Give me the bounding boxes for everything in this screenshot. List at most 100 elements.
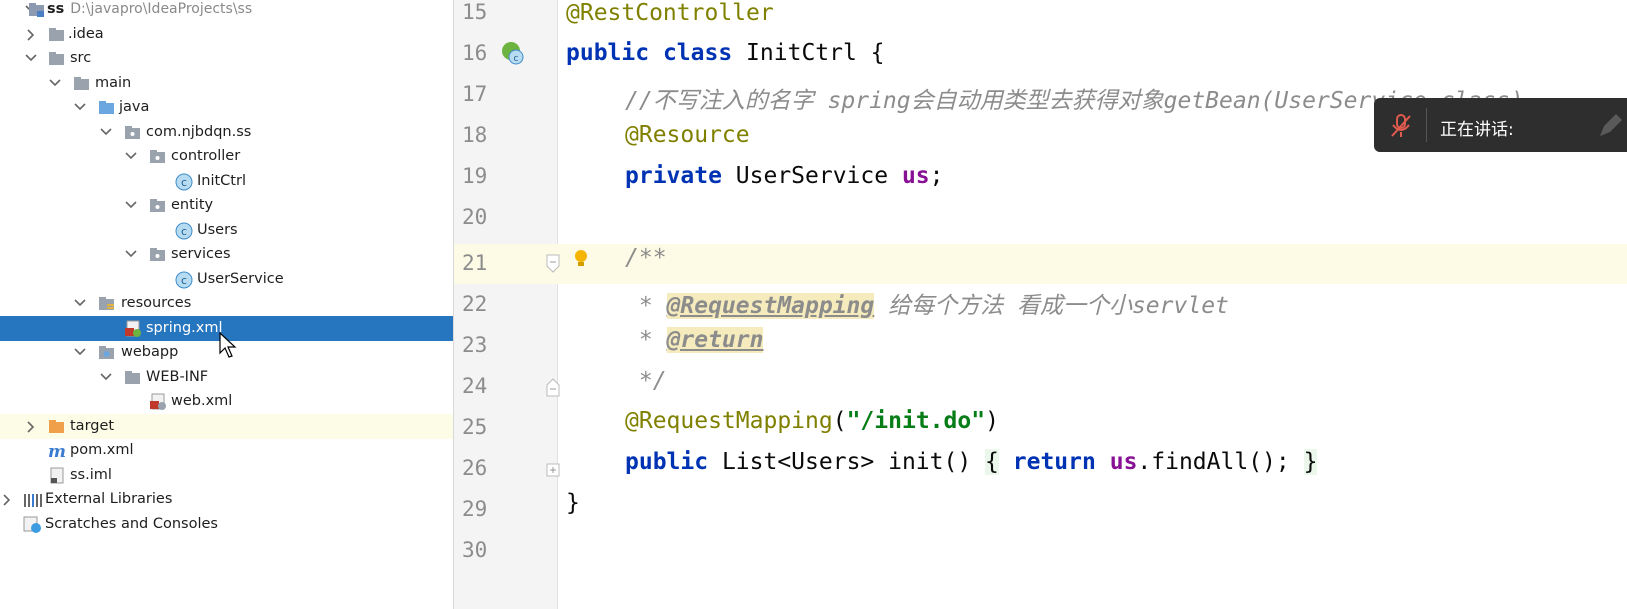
class-icon: c [175,169,195,194]
chevron-down-icon[interactable] [124,242,138,267]
line-number: 23 [462,333,488,357]
tree-item-pom-xml[interactable]: m pom.xml [0,438,453,463]
folded-brace[interactable]: } [1303,449,1318,475]
code-text: UserService [721,163,902,189]
line-number: 26 [462,456,488,480]
annotation: @RequestMapping [625,408,833,434]
field: us [1109,449,1138,475]
keyword: return [1012,449,1096,475]
tree-item-label: controller [171,148,241,164]
tree-item-initctrl[interactable]: c InitCtrl [0,169,453,194]
tree-item-java[interactable]: java [0,95,453,120]
module-folder-icon [28,0,48,22]
tree-item-label: services [171,246,231,262]
spring-xml-file-icon [124,316,144,341]
chevron-down-icon[interactable] [73,291,87,316]
line-number: 19 [462,164,488,188]
fold-end-icon[interactable] [546,377,560,397]
doc-tag: @return [666,327,764,353]
tree-item-web-inf[interactable]: WEB-INF [0,365,453,390]
chevron-down-icon[interactable] [99,120,113,145]
tree-item-label: UserService [197,271,284,287]
chevron-right-icon[interactable] [24,22,38,47]
chevron-down-icon[interactable] [124,193,138,218]
tree-item-services[interactable]: services [0,242,453,267]
resources-folder-icon [98,291,118,316]
fold-icon[interactable] [546,254,560,274]
source-folder-icon [98,95,118,120]
chevron-down-icon[interactable] [73,340,87,365]
svg-text:c: c [181,225,187,238]
tree-item-target[interactable]: target [0,414,453,439]
muted-microphone-icon[interactable] [1390,113,1412,139]
chevron-down-icon[interactable] [99,365,113,390]
code-text: ( [832,408,847,434]
line-number: 25 [462,415,488,439]
tree-item-label: WEB-INF [146,369,209,385]
tree-item-web-xml[interactable]: web.xml [0,389,453,414]
tree-item-package[interactable]: com.njbdqn.ss [0,120,453,145]
speaking-indicator: 正在讲话: [1374,98,1627,152]
code-line-29: } [566,490,580,516]
excluded-folder-icon [48,414,68,439]
library-icon [23,487,43,512]
chevron-right-icon[interactable] [0,487,14,512]
code-line-16: public class InitCtrl { [566,40,885,66]
package-icon [149,144,169,169]
speaking-label: 正在讲话: [1440,120,1514,140]
folded-brace[interactable]: { [985,449,999,475]
code-text: InitCtrl { [732,40,885,66]
package-icon [149,242,169,267]
tree-item-userservice[interactable]: c UserService [0,267,453,292]
tree-item-label: resources [121,295,192,311]
tree-item-ss-iml[interactable]: ss.iml [0,463,453,488]
chevron-down-icon[interactable] [124,144,138,169]
tree-item-label: web.xml [171,393,233,409]
code-line-25: @RequestMapping("/init.do") [625,408,999,434]
tree-root-ss[interactable]: ss D:\javapro\IdeaProjects\ss [0,0,453,22]
tree-item-idea[interactable]: .idea [0,22,453,47]
pen-icon[interactable] [1594,110,1624,140]
project-path: D:\javapro\IdeaProjects\ss [70,1,253,17]
scratches-icon [23,512,43,537]
tree-item-label: src [70,50,92,66]
svg-text:c: c [181,176,187,189]
tree-item-controller[interactable]: controller [0,144,453,169]
code-text: } [566,490,580,516]
keyword: private [625,163,722,189]
code-line-18: @Resource [625,122,750,148]
bean-class-gutter-icon[interactable]: c [500,40,526,66]
expand-fold-icon[interactable] [546,463,560,477]
tree-item-resources[interactable]: resources [0,291,453,316]
maven-icon: m [48,438,68,463]
comment: * [625,293,667,319]
tree-item-src[interactable]: src [0,46,453,71]
annotation: @Resource [625,122,750,148]
package-icon [149,193,169,218]
line-number: 22 [462,292,488,316]
mouse-cursor-icon [219,332,237,358]
comment: /** [625,245,667,271]
chevron-right-icon[interactable] [24,414,38,439]
svg-text:c: c [181,274,187,287]
package-icon [124,120,144,145]
tree-item-label: java [119,99,150,115]
code-text: List<Users> init() [708,449,986,475]
tree-item-label: Users [197,222,238,238]
svg-text:m: m [48,442,66,460]
tree-item-main[interactable]: main [0,71,453,96]
chevron-down-icon[interactable] [73,95,87,120]
chevron-down-icon[interactable] [24,46,38,71]
keyword: class [662,40,733,66]
tree-item-label: External Libraries [45,491,173,507]
folder-icon [124,365,144,390]
chevron-down-icon[interactable] [48,71,62,96]
code-line-15: @RestController [566,0,774,26]
tree-item-external-libraries[interactable]: External Libraries [0,487,453,512]
lightbulb-icon[interactable] [574,249,588,269]
code-text: ) [985,408,999,434]
tree-item-entity[interactable]: entity [0,193,453,218]
class-icon: c [175,267,195,292]
tree-item-users[interactable]: c Users [0,218,453,243]
tree-item-scratches[interactable]: Scratches and Consoles [0,512,453,537]
